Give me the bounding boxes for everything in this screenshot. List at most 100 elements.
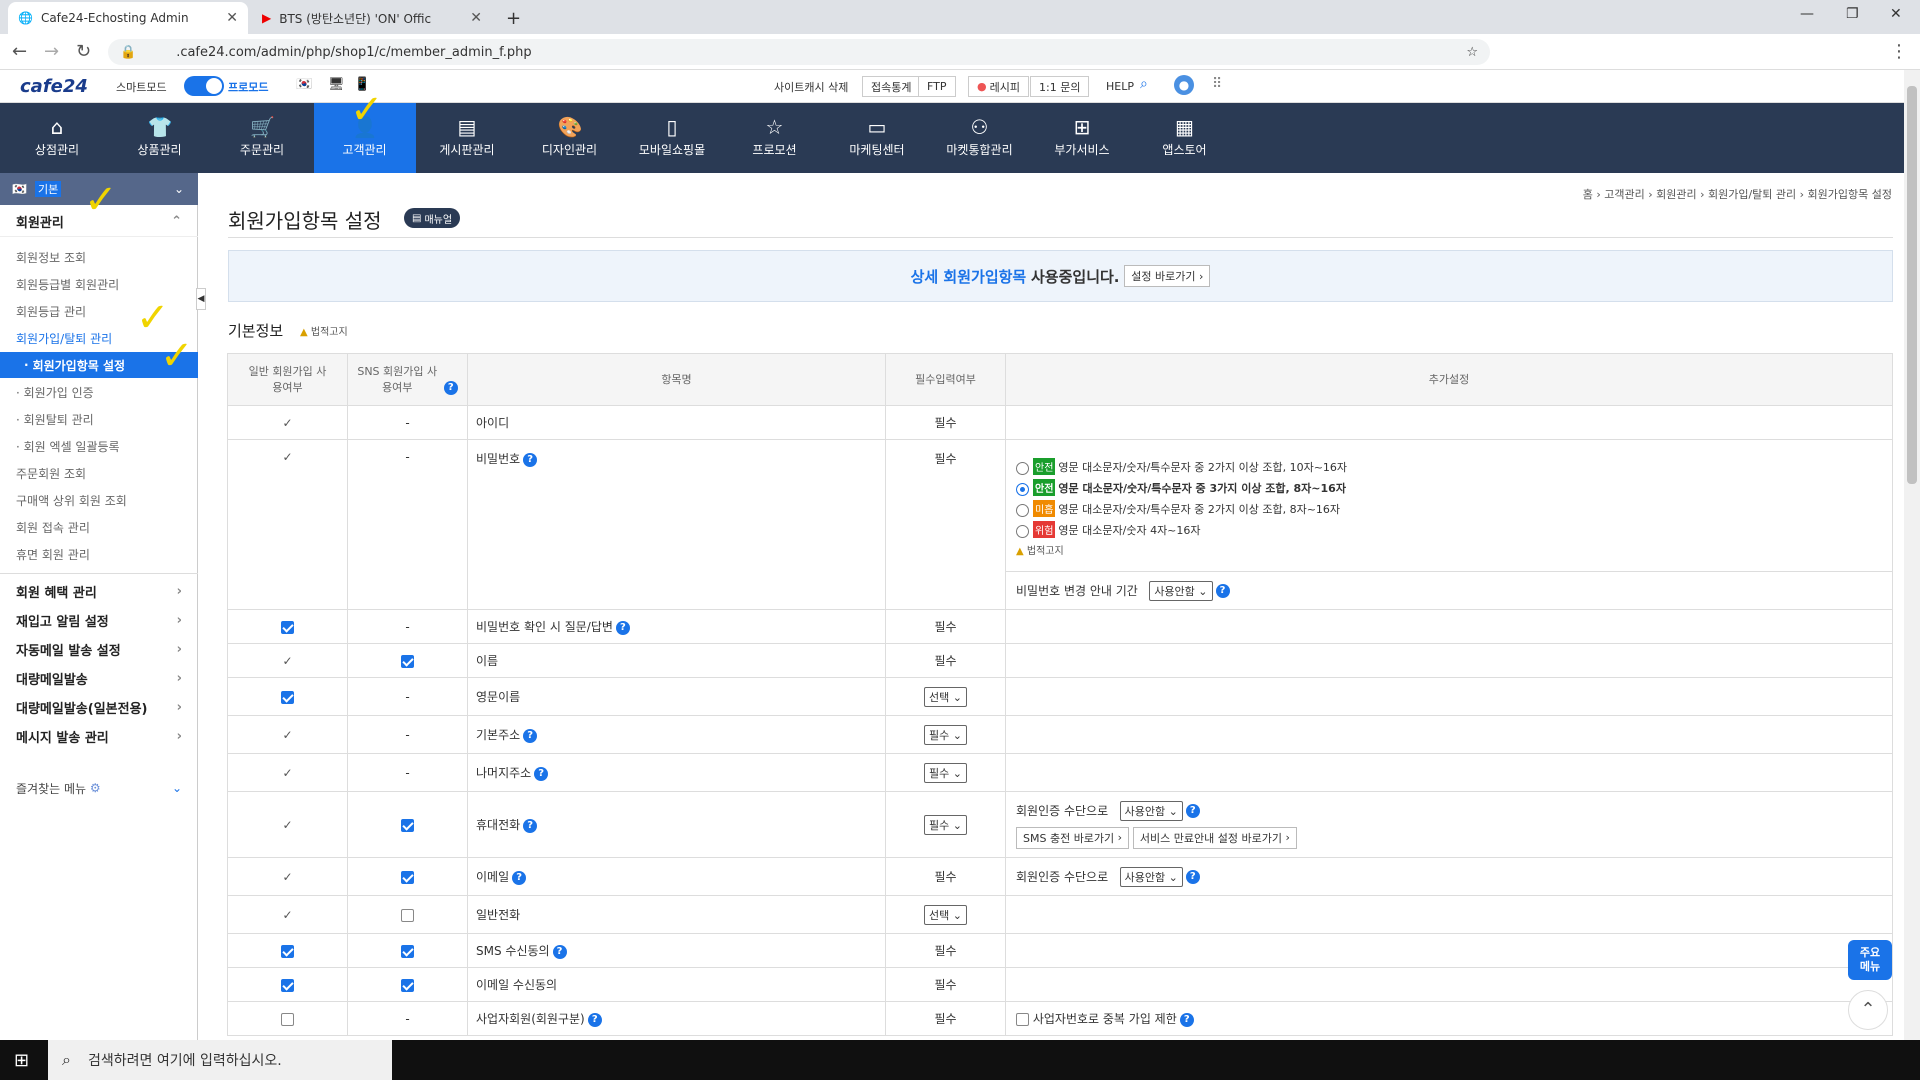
help-icon[interactable]: ? (1185, 804, 1200, 818)
legal-notice-link[interactable]: ▲ 법적고지 (300, 323, 348, 338)
required-select[interactable]: 필수 ⌄ (924, 762, 967, 783)
search-icon[interactable]: ⌕ (1140, 76, 1148, 92)
help-icon[interactable]: ? (615, 620, 630, 635)
inquiry-button[interactable]: 1:1 문의 (1030, 76, 1090, 97)
settings-shortcut-button[interactable]: 설정 바로가기 › (1124, 265, 1211, 287)
required-select[interactable]: 필수 ⌄ (924, 724, 967, 745)
forward-icon[interactable]: → (44, 41, 59, 62)
nav-item-11[interactable]: ▦ 앱스토어 (1134, 103, 1236, 173)
sidebar-section[interactable]: 대량메일발송(일본전용) › (0, 693, 198, 721)
sidebar-section[interactable]: 대량메일발송 › (0, 664, 198, 692)
nav-item-7[interactable]: ☆ 프로모션 (724, 103, 826, 173)
nav-item-6[interactable]: ▯ 모바일쇼핑몰 (621, 103, 723, 173)
general-checkbox[interactable] (401, 818, 414, 832)
nav-item-9[interactable]: ⚇ 마켓통합관리 (929, 103, 1031, 173)
help-icon[interactable]: ? (523, 452, 538, 467)
sidebar-link[interactable]: 회원등급별 회원관리 (16, 276, 119, 293)
bookmark-star-icon[interactable]: ☆ (1466, 45, 1478, 60)
auth-select[interactable]: 사용안함 ⌄ (1119, 800, 1183, 821)
stats-button[interactable]: 접속통계 (862, 76, 921, 97)
service-expire-button[interactable]: 서비스 만료안내 설정 바로가기 › (1132, 826, 1297, 849)
nav-item-0[interactable]: ⌂ 상점관리 (6, 103, 108, 173)
nav-item-1[interactable]: 👕 상품관리 (109, 103, 211, 173)
general-checkbox[interactable] (281, 978, 294, 992)
url-field[interactable]: 🔒 .cafe24.com/admin/php/shop1/c/member_a… (108, 39, 1490, 65)
required-select[interactable]: 선택 ⌄ (924, 686, 967, 707)
help-icon[interactable]: ? (523, 818, 538, 833)
help-icon[interactable]: ? (1215, 584, 1230, 598)
general-checkbox[interactable] (401, 978, 414, 992)
help-link[interactable]: HELP (1106, 80, 1134, 93)
auth-select[interactable]: 사용안함 ⌄ (1119, 866, 1183, 887)
nav-item-5[interactable]: 🎨 디자인관리 (519, 103, 621, 173)
nav-item-8[interactable]: ▭ 마케팅센터 (826, 103, 928, 173)
sidebar-collapse-icon[interactable]: ◀ (196, 288, 206, 310)
sidebar-link[interactable]: 회원 접속 관리 (16, 519, 90, 536)
minimize-icon[interactable]: — (1800, 6, 1814, 22)
sidebar-link[interactable]: 휴면 회원 관리 (16, 546, 90, 563)
password-period-select[interactable]: 사용안함 ⌄ (1149, 580, 1213, 601)
password-radio[interactable] (1016, 482, 1029, 496)
nav-item-2[interactable]: 🛒 주문관리 (211, 103, 313, 173)
scroll-top-icon[interactable]: ⌃ (1848, 990, 1888, 1030)
help-icon[interactable]: ? (443, 380, 458, 395)
sidebar-section[interactable]: 메시지 발송 관리 › (0, 722, 198, 750)
required-select[interactable]: 선택 ⌄ (924, 904, 967, 925)
favorites-menu[interactable]: 즐겨찾는 메뉴 ⚙ ⌄ (0, 773, 198, 803)
sidebar-link[interactable]: 주문회원 조회 (16, 465, 86, 482)
new-tab-icon[interactable]: + (496, 2, 531, 34)
sidebar-sublink[interactable]: · 회원가입 인증 (16, 384, 94, 401)
restore-icon[interactable]: ❐ (1846, 6, 1859, 22)
manual-button[interactable]: ▤ 매뉴얼 (404, 208, 461, 228)
menu-kebab-icon[interactable]: ⋮ (1890, 41, 1908, 62)
legal-notice-link[interactable]: ▲ 법적고지 (1016, 542, 1882, 557)
avatar[interactable]: ● (1174, 75, 1194, 95)
sidebar-link[interactable]: 회원정보 조회 (16, 249, 86, 266)
cafe24-logo[interactable]: cafe24 (20, 76, 88, 97)
sidebar-section[interactable]: 회원 혜택 관리 › (0, 577, 198, 605)
sidebar-section[interactable]: 자동메일 발송 설정 › (0, 635, 198, 663)
password-radio[interactable] (1016, 461, 1029, 475)
general-checkbox[interactable] (281, 690, 294, 704)
password-radio[interactable] (1016, 503, 1029, 517)
close-icon[interactable]: ✕ (470, 10, 482, 26)
general-checkbox[interactable] (401, 654, 414, 668)
general-checkbox[interactable] (401, 908, 414, 922)
password-option[interactable]: 위험 영문 대소문자/숫자 4자~16자 (1016, 521, 1882, 538)
reload-icon[interactable]: ↻ (76, 41, 91, 62)
sidebar-section[interactable]: 재입고 알림 설정 › (0, 606, 198, 634)
password-radio[interactable] (1016, 524, 1029, 538)
help-icon[interactable]: ? (512, 870, 527, 885)
password-option[interactable]: 안전 영문 대소문자/숫자/특수문자 중 2가지 이상 조합, 10자~16자 (1016, 458, 1882, 475)
nav-item-4[interactable]: ▤ 게시판관리 (416, 103, 518, 173)
help-icon[interactable]: ? (587, 1012, 602, 1027)
close-icon[interactable]: ✕ (226, 10, 238, 26)
pc-icon[interactable]: 🖥 (328, 77, 345, 92)
password-option[interactable]: 미흡 영문 대소문자/숫자/특수문자 중 2가지 이상 조합, 8자~16자 (1016, 500, 1882, 517)
help-icon[interactable]: ? (1179, 1012, 1194, 1027)
cache-delete-link[interactable]: 사이트캐시 삭제 (774, 79, 848, 95)
general-checkbox[interactable] (281, 1012, 294, 1026)
required-select[interactable]: 필수 ⌄ (924, 814, 967, 835)
general-checkbox[interactable] (281, 620, 294, 634)
main-menu-float-button[interactable]: 주요 메뉴 (1848, 940, 1892, 980)
sidebar-sublink[interactable]: · 회원 엑셀 일괄등록 (16, 438, 120, 455)
taskbar-search[interactable]: ⌕ 검색하려면 여기에 입력하십시오. (48, 1040, 392, 1080)
recipe-button[interactable]: ● 레시피 (968, 76, 1029, 97)
windows-start-icon[interactable]: ⊞ (14, 1050, 29, 1071)
general-checkbox[interactable] (401, 870, 414, 884)
korea-flag-icon[interactable]: 🇰🇷 (296, 77, 312, 92)
help-icon[interactable]: ? (552, 944, 567, 959)
ftp-button[interactable]: FTP (918, 76, 956, 97)
password-option[interactable]: 안전 영문 대소문자/숫자/특수문자 중 3가지 이상 조합, 8자~16자 (1016, 479, 1882, 496)
tab-admin[interactable]: 🌐 Cafe24-Echosting Admin ✕ (8, 2, 248, 34)
breadcrumb[interactable]: 홈 › 고객관리 › 회원관리 › 회원가입/탈퇴 관리 › 회원가입항목 설정 (1583, 186, 1892, 202)
biz-dup-checkbox[interactable] (1016, 1013, 1029, 1026)
help-icon[interactable]: ? (534, 766, 549, 781)
tab-youtube[interactable]: ▶ BTS (방탄소년단) 'ON' Offic ✕ (252, 2, 492, 34)
scrollbar-thumb[interactable] (1907, 86, 1917, 484)
sms-charge-button[interactable]: SMS 충전 바로가기 › (1016, 826, 1130, 849)
sidebar-link[interactable]: 회원등급 관리 (16, 303, 86, 320)
help-icon[interactable]: ? (1185, 870, 1200, 884)
nav-item-10[interactable]: ⊞ 부가서비스 (1031, 103, 1133, 173)
